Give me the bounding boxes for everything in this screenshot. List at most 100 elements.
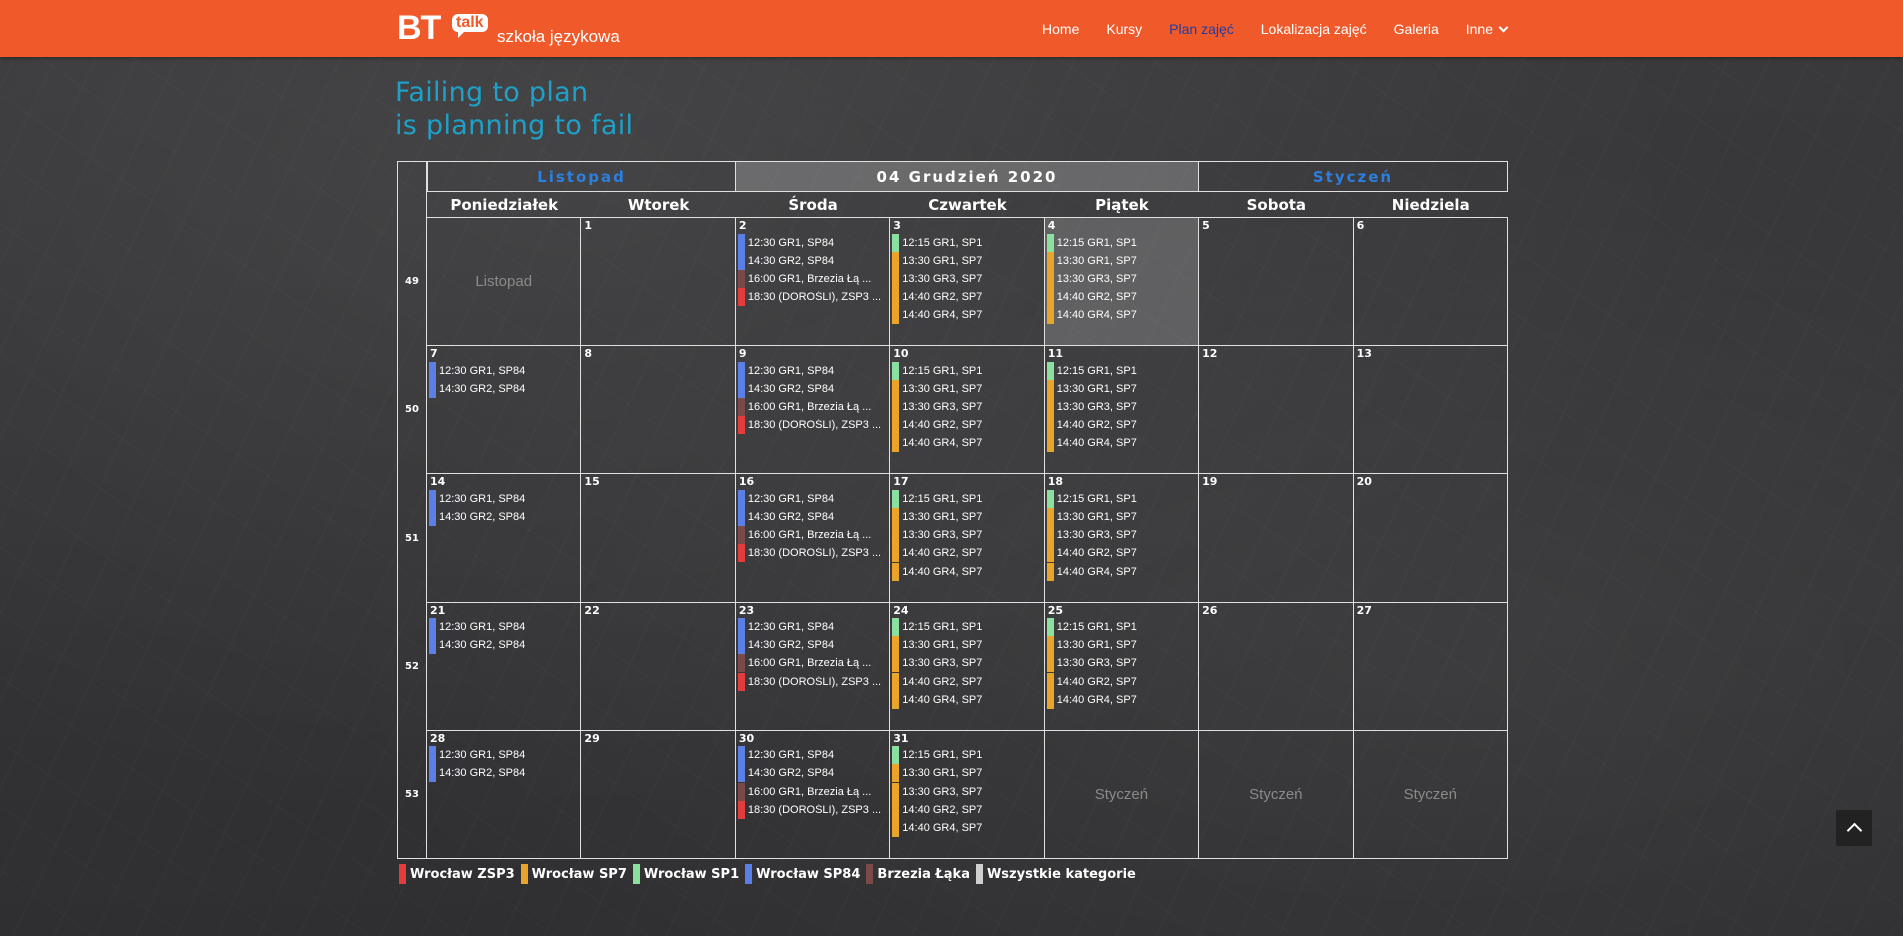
calendar-event[interactable]: 14:40 GR2, SP7 <box>1046 544 1197 563</box>
day-cell[interactable]: 6 <box>1353 218 1508 347</box>
calendar-event[interactable]: 14:40 GR4, SP7 <box>1046 562 1197 581</box>
calendar-event[interactable]: 13:30 GR3, SP7 <box>1046 269 1197 288</box>
calendar-event[interactable]: 14:30 GR2, SP84 <box>737 636 888 655</box>
day-cell[interactable]: 5 <box>1199 218 1354 347</box>
nav-link-galeria[interactable]: Galeria <box>1394 21 1439 37</box>
day-cell[interactable]: 19 <box>1199 474 1354 603</box>
nav-link-home[interactable]: Home <box>1042 21 1079 37</box>
day-cell[interactable]: 8 <box>581 346 736 475</box>
calendar-event[interactable]: 14:40 GR4, SP7 <box>1046 306 1197 325</box>
day-cell[interactable]: 28 12:30 GR1, SP84 14:30 GR2, SP84 <box>427 730 582 859</box>
day-cell[interactable]: 13 <box>1353 346 1508 475</box>
day-cell[interactable]: Listopad <box>427 218 582 347</box>
day-cell[interactable]: 31 12:15 GR1, SP1 13:30 GR1, SP7 13:30 GR3,… <box>890 730 1045 859</box>
calendar-event[interactable]: 12:30 GR1, SP84 <box>429 489 579 508</box>
day-cell[interactable]: 7 12:30 GR1, SP84 14:30 GR2, SP84 <box>427 346 582 475</box>
calendar-event[interactable]: 14:30 GR2, SP84 <box>737 251 888 270</box>
calendar-event[interactable]: 16:00 GR1, Brzezia Łą ... <box>737 782 888 801</box>
calendar-event[interactable]: 14:40 GR4, SP7 <box>1046 690 1197 709</box>
calendar-event[interactable]: 14:40 GR4, SP7 <box>892 690 1042 709</box>
calendar-event[interactable]: 14:40 GR2, SP7 <box>892 416 1042 435</box>
day-cell[interactable]: 22 <box>581 602 736 731</box>
legend-item[interactable]: Wrocław SP1 <box>632 864 739 884</box>
calendar-event[interactable]: 12:15 GR1, SP1 <box>1046 618 1197 637</box>
calendar-event[interactable]: 14:40 GR4, SP7 <box>892 562 1042 581</box>
calendar-event[interactable]: 12:30 GR1, SP84 <box>429 618 579 637</box>
calendar-event[interactable]: 13:30 GR3, SP7 <box>892 526 1042 545</box>
calendar-event[interactable]: 13:30 GR1, SP7 <box>1046 636 1197 655</box>
calendar-event[interactable]: 14:30 GR2, SP84 <box>429 636 579 655</box>
calendar-event[interactable]: 13:30 GR1, SP7 <box>892 508 1042 527</box>
calendar-event[interactable]: 14:40 GR4, SP7 <box>892 819 1042 838</box>
calendar-event[interactable]: 14:40 GR2, SP7 <box>1046 672 1197 691</box>
day-cell[interactable]: Styczeń <box>1199 730 1354 859</box>
calendar-event[interactable]: 12:30 GR1, SP84 <box>737 746 888 765</box>
next-month-button[interactable]: Styczeń <box>1199 161 1508 192</box>
day-cell[interactable]: 23 12:30 GR1, SP84 14:30 GR2, SP84 16:00 GR… <box>735 602 891 731</box>
nav-link-plan-zajec[interactable]: Plan zajęć <box>1169 21 1234 37</box>
calendar-event[interactable]: 14:40 GR4, SP7 <box>1046 434 1197 453</box>
prev-month-button[interactable]: Listopad <box>427 161 736 192</box>
calendar-event[interactable]: 12:15 GR1, SP1 <box>1046 361 1197 380</box>
legend-item[interactable]: Wrocław SP7 <box>520 864 627 884</box>
calendar-event[interactable]: 12:15 GR1, SP1 <box>892 489 1042 508</box>
day-cell[interactable]: 14 12:30 GR1, SP84 14:30 GR2, SP84 <box>427 474 582 603</box>
day-cell[interactable]: 26 <box>1199 602 1354 731</box>
calendar-event[interactable]: 14:40 GR2, SP7 <box>1046 288 1197 307</box>
calendar-event[interactable]: 14:30 GR2, SP84 <box>737 379 888 398</box>
calendar-event[interactable]: 16:00 GR1, Brzezia Łą ... <box>737 269 888 288</box>
calendar-event[interactable]: 18:30 (DOROŚLI), ZSP3 ... <box>737 288 888 307</box>
day-cell[interactable]: 30 12:30 GR1, SP84 14:30 GR2, SP84 16:00 GR… <box>735 730 891 859</box>
day-cell[interactable]: Styczeń <box>1044 730 1200 859</box>
calendar-event[interactable]: 12:15 GR1, SP1 <box>1046 233 1197 252</box>
nav-link-lokalizacja[interactable]: Lokalizacja zajęć <box>1261 21 1367 37</box>
nav-link-kursy[interactable]: Kursy <box>1106 21 1142 37</box>
day-cell[interactable]: 20 <box>1353 474 1508 603</box>
calendar-event[interactable]: 12:30 GR1, SP84 <box>737 489 888 508</box>
calendar-event[interactable]: 18:30 (DOROŚLI), ZSP3 ... <box>737 416 888 435</box>
calendar-event[interactable]: 13:30 GR1, SP7 <box>892 251 1042 270</box>
day-cell[interactable]: 27 <box>1353 602 1508 731</box>
day-cell[interactable]: 2 12:30 GR1, SP84 14:30 GR2, SP84 16:00 GR1… <box>735 218 891 347</box>
legend-item[interactable]: Brzezia Łąka <box>866 864 970 884</box>
day-cell[interactable]: 11 12:15 GR1, SP1 13:30 GR1, SP7 13:30 GR3,… <box>1044 346 1200 475</box>
calendar-event[interactable]: 13:30 GR1, SP7 <box>1046 251 1197 270</box>
calendar-event[interactable]: 13:30 GR1, SP7 <box>892 379 1042 398</box>
calendar-event[interactable]: 18:30 (DOROŚLI), ZSP3 ... <box>737 800 888 819</box>
calendar-event[interactable]: 14:30 GR2, SP84 <box>737 508 888 527</box>
calendar-event[interactable]: 14:40 GR2, SP7 <box>892 544 1042 563</box>
calendar-event[interactable]: 16:00 GR1, Brzezia Łą ... <box>737 526 888 545</box>
calendar-event[interactable]: 12:30 GR1, SP84 <box>429 361 579 380</box>
day-cell[interactable]: 18 12:15 GR1, SP1 13:30 GR1, SP7 13:30 GR3,… <box>1044 474 1200 603</box>
calendar-event[interactable]: 14:30 GR2, SP84 <box>429 764 579 783</box>
calendar-event[interactable]: 13:30 GR3, SP7 <box>892 398 1042 417</box>
calendar-event[interactable]: 14:40 GR2, SP7 <box>892 800 1042 819</box>
calendar-event[interactable]: 18:30 (DOROŚLI), ZSP3 ... <box>737 672 888 691</box>
calendar-event[interactable]: 12:30 GR1, SP84 <box>737 361 888 380</box>
calendar-event[interactable]: 16:00 GR1, Brzezia Łą ... <box>737 654 888 673</box>
calendar-event[interactable]: 12:30 GR1, SP84 <box>737 233 888 252</box>
scroll-to-top-button[interactable] <box>1836 810 1872 846</box>
calendar-event[interactable]: 14:40 GR4, SP7 <box>892 306 1042 325</box>
calendar-event[interactable]: 13:30 GR3, SP7 <box>892 654 1042 673</box>
calendar-event[interactable]: 12:15 GR1, SP1 <box>1046 489 1197 508</box>
day-cell[interactable]: 12 <box>1199 346 1354 475</box>
calendar-event[interactable]: 13:30 GR1, SP7 <box>892 636 1042 655</box>
day-cell[interactable]: 15 <box>581 474 736 603</box>
day-cell[interactable]: 17 12:15 GR1, SP1 13:30 GR1, SP7 13:30 GR3,… <box>890 474 1045 603</box>
calendar-event[interactable]: 14:40 GR4, SP7 <box>892 434 1042 453</box>
day-cell[interactable]: 21 12:30 GR1, SP84 14:30 GR2, SP84 <box>427 602 582 731</box>
nav-link-inne[interactable]: Inne <box>1466 21 1509 37</box>
calendar-event[interactable]: 12:15 GR1, SP1 <box>892 361 1042 380</box>
day-cell[interactable]: 24 12:15 GR1, SP1 13:30 GR1, SP7 13:30 GR3,… <box>890 602 1045 731</box>
calendar-event[interactable]: 14:40 GR2, SP7 <box>1046 416 1197 435</box>
calendar-event[interactable]: 12:15 GR1, SP1 <box>892 618 1042 637</box>
day-cell[interactable]: 1 <box>581 218 736 347</box>
calendar-event[interactable]: 13:30 GR3, SP7 <box>1046 398 1197 417</box>
calendar-event[interactable]: 12:30 GR1, SP84 <box>429 746 579 765</box>
day-cell[interactable]: 16 12:30 GR1, SP84 14:30 GR2, SP84 16:00 GR… <box>735 474 891 603</box>
calendar-event[interactable]: 14:30 GR2, SP84 <box>429 379 579 398</box>
calendar-event[interactable]: 14:40 GR2, SP7 <box>892 288 1042 307</box>
day-cell[interactable]: 3 12:15 GR1, SP1 13:30 GR1, SP7 13:30 GR3, … <box>890 218 1045 347</box>
calendar-event[interactable]: 12:30 GR1, SP84 <box>737 618 888 637</box>
